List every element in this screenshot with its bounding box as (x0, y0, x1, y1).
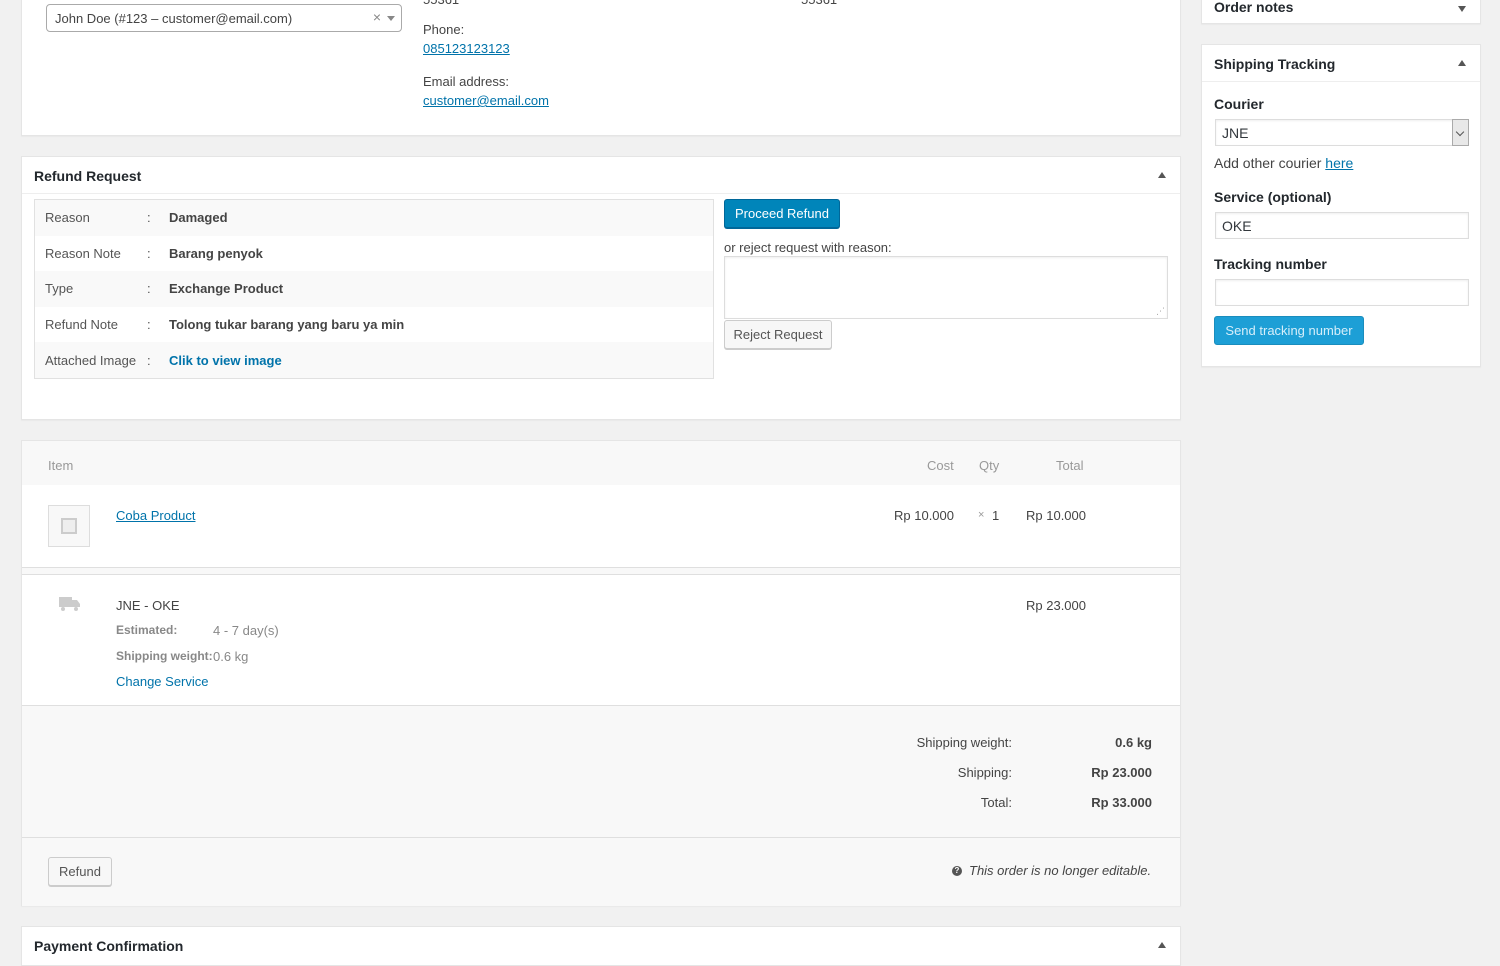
shipping-tracking-title[interactable]: Shipping Tracking (1202, 45, 1480, 82)
refund-row-label: Reason (45, 210, 90, 226)
estimated-label: Estimated: (116, 623, 178, 637)
payment-confirmation-title[interactable]: Payment Confirmation (22, 927, 1180, 964)
add-courier-prefix: Add other courier (1214, 155, 1322, 171)
add-courier-link[interactable]: here (1325, 155, 1353, 171)
refund-request-title[interactable]: Refund Request (22, 157, 1180, 194)
email-label: Email address: (423, 74, 509, 89)
send-tracking-button[interactable]: Send tracking number (1214, 316, 1364, 345)
collapse-toggle-icon[interactable] (1458, 60, 1466, 66)
tracking-number-label: Tracking number (1214, 256, 1327, 272)
expand-toggle-icon[interactable] (1458, 6, 1466, 12)
reject-reason-hint: or reject request with reason: (724, 240, 892, 255)
refund-row-separator: : (147, 245, 151, 261)
image-placeholder-icon (61, 518, 77, 534)
refund-row: Refund Note : Tolong tukar barang yang b… (35, 307, 713, 343)
shipping-method-name: JNE - OKE (116, 598, 180, 613)
shipping-total: Rp 23.000 (1026, 598, 1086, 613)
estimated-value: 4 - 7 day(s) (213, 623, 279, 638)
customer-select[interactable]: John Doe (#123 – customer@email.com) × (46, 4, 402, 32)
truck-icon (59, 596, 81, 615)
header-cost: Cost (927, 458, 954, 473)
product-qty: 1 (992, 508, 1000, 523)
courier-label: Courier (1214, 96, 1264, 112)
refund-row-value: Exchange Product (169, 281, 284, 297)
help-icon: ? (952, 866, 962, 876)
product-thumbnail (48, 505, 90, 547)
product-total: Rp 10.000 (1026, 508, 1086, 523)
totals-total-value: Rp 33.000 (1091, 795, 1152, 810)
resize-handle-icon[interactable]: ⋰ (1156, 306, 1165, 317)
totals-shipping-value: Rp 23.000 (1091, 765, 1152, 780)
totals-shipping-label: Shipping: (957, 765, 1012, 780)
refund-row-separator: : (147, 317, 151, 333)
chevron-down-icon[interactable] (1452, 119, 1469, 146)
refund-row-value: Tolong tukar barang yang baru ya min (169, 317, 405, 333)
view-image-link[interactable]: Clik to view image (169, 353, 282, 368)
reject-request-button[interactable]: Reject Request (724, 320, 832, 349)
refund-row-separator: : (147, 210, 151, 226)
service-label: Service (optional) (1214, 189, 1332, 205)
refund-row: Attached Image : Clik to view image (35, 342, 713, 378)
order-notes-title[interactable]: Order notes (1214, 0, 1293, 15)
clear-selection-icon[interactable]: × (373, 9, 381, 25)
refund-row-label: Refund Note (45, 317, 118, 333)
customer-select-value: John Doe (#123 – customer@email.com) (55, 11, 293, 26)
quantity-multiplier: × (978, 509, 985, 521)
row-divider (22, 574, 1180, 575)
refund-row-label: Reason Note (45, 245, 121, 261)
refund-row-value: Barang penyok (169, 245, 263, 261)
items-table-header: Item Cost Qty Total (22, 441, 1180, 485)
shipping-weight-label: Shipping weight: (116, 649, 213, 663)
refund-request-panel: Refund Request Reason : Damaged Reason N… (21, 156, 1181, 420)
shipping-postcode: 55361 (801, 0, 837, 7)
refund-row: Type : Exchange Product (35, 271, 713, 307)
billing-postcode: 55361 (423, 0, 459, 7)
change-service-link[interactable]: Change Service (116, 674, 209, 689)
refund-row-separator: : (147, 352, 151, 368)
phone-label: Phone: (423, 22, 465, 37)
payment-confirmation-panel: Payment Confirmation (21, 926, 1181, 966)
totals-shipping-weight-value: 0.6 kg (1115, 735, 1152, 750)
tracking-number-input[interactable] (1215, 279, 1469, 306)
product-cost: Rp 10.000 (894, 508, 954, 523)
proceed-refund-button[interactable]: Proceed Refund (724, 199, 840, 228)
refund-row-label: Attached Image (45, 352, 137, 368)
add-courier-text: Add other courier here (1214, 155, 1353, 171)
totals-shipping-weight-label: Shipping weight: (916, 735, 1012, 750)
order-items-panel: Item Cost Qty Total Coba Product Rp 10.0… (21, 440, 1181, 906)
shipping-tracking-panel: Shipping Tracking Courier JNE Add other … (1201, 44, 1481, 367)
courier-select[interactable]: JNE (1215, 119, 1469, 146)
refund-row: Reason : Damaged (35, 200, 713, 236)
totals-total-label: Total: (980, 795, 1012, 810)
courier-select-value: JNE (1222, 125, 1249, 141)
refund-details-table: Reason : Damaged Reason Note : Barang pe… (34, 199, 714, 379)
service-input[interactable]: OKE (1215, 212, 1469, 239)
customer-details-panel: John Doe (#123 – customer@email.com) × 5… (21, 0, 1181, 136)
phone-link[interactable]: 085123123123 (423, 41, 510, 56)
header-total: Total (1056, 458, 1084, 473)
header-qty: Qty (979, 458, 1000, 473)
order-notes-panel: Order notes (1201, 0, 1481, 24)
header-item: Item (48, 458, 74, 473)
chevron-down-icon[interactable] (387, 16, 395, 21)
product-link[interactable]: Coba Product (116, 508, 196, 523)
order-totals: Shipping weight: 0.6 kg Shipping: Rp 23.… (22, 705, 1180, 837)
collapse-toggle-icon[interactable] (1158, 172, 1166, 178)
refund-row-label: Type (45, 281, 74, 297)
shipping-weight-value: 0.6 kg (213, 649, 249, 664)
refund-row-separator: : (147, 281, 151, 297)
refund-button[interactable]: Refund (48, 857, 112, 886)
email-link[interactable]: customer@email.com (423, 93, 549, 108)
reject-reason-textarea[interactable]: ⋰ (724, 256, 1168, 319)
not-editable-notice: This order is no longer editable. (969, 863, 1152, 878)
refund-row-value: Damaged (169, 210, 228, 226)
collapse-toggle-icon[interactable] (1158, 942, 1166, 948)
refund-row: Reason Note : Barang penyok (35, 236, 713, 272)
order-actions: Refund ? This order is no longer editabl… (22, 837, 1180, 906)
